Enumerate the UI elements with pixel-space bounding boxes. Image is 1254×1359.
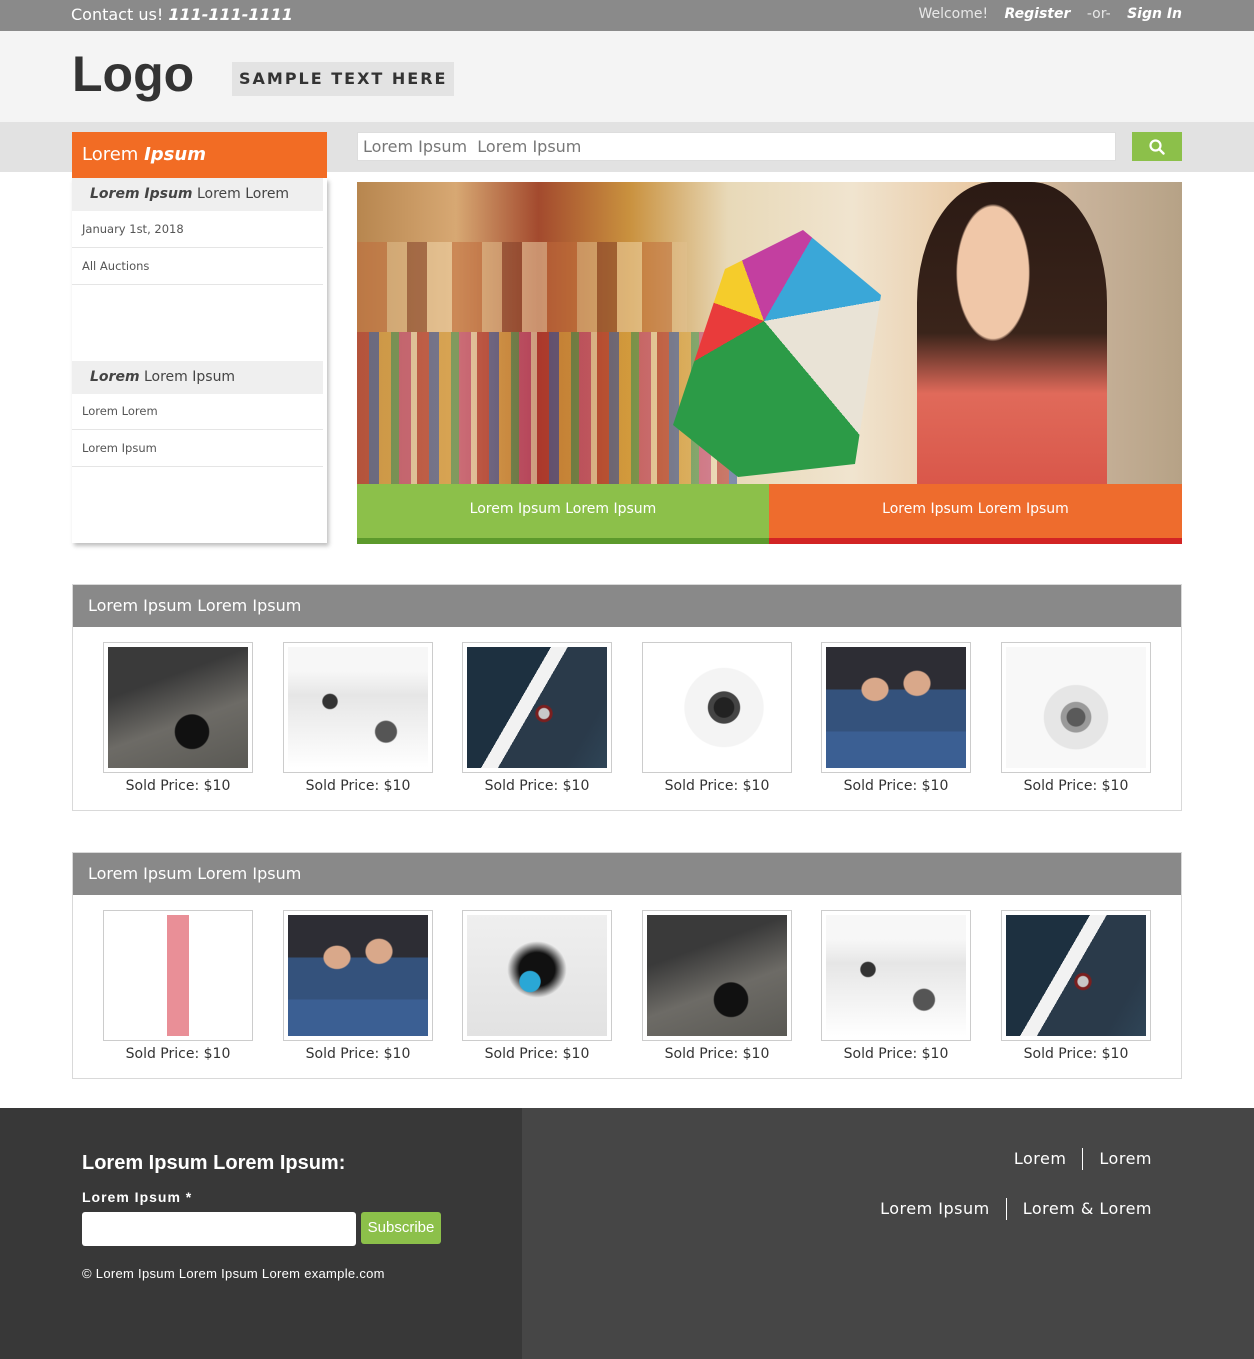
- sold-price: Sold Price: $10: [843, 1046, 949, 1062]
- section-heading-plain: Lorem Lorem: [196, 186, 290, 202]
- product-card[interactable]: Sold Price: $10: [462, 910, 612, 1062]
- product-card[interactable]: Sold Price: $10: [462, 642, 612, 794]
- product-card[interactable]: Sold Price: $10: [1001, 910, 1151, 1062]
- search-button[interactable]: [1132, 132, 1182, 161]
- product-card[interactable]: Sold Price: $10: [642, 910, 792, 1062]
- or-separator: -or-: [1086, 6, 1111, 22]
- product-thumbnail[interactable]: [462, 910, 612, 1041]
- product-image: [288, 915, 428, 1036]
- sold-price: Sold Price: $10: [305, 1046, 411, 1062]
- product-thumbnail[interactable]: [103, 642, 253, 773]
- product-image: [647, 915, 787, 1036]
- footer-link[interactable]: Lorem & Lorem: [1007, 1199, 1152, 1218]
- sidebar-title-plain: Lorem: [82, 144, 139, 165]
- footer-links: Lorem Lorem Lorem Ipsum Lorem & Lorem: [522, 1108, 1254, 1359]
- footer-newsletter: Lorem Ipsum Lorem Ipsum: Lorem Ipsum * S…: [0, 1108, 522, 1359]
- section-heading-emph: Lorem: [90, 369, 140, 385]
- sidebar-item-date[interactable]: January 1st, 2018: [72, 211, 323, 248]
- hero-banner-image: [357, 182, 1182, 484]
- product-image: [467, 915, 607, 1036]
- panel-title: Lorem Ipsum Lorem Ipsum: [73, 853, 1181, 895]
- sold-price: Sold Price: $10: [125, 1046, 231, 1062]
- top-bar: Contact us! 111-111-1111 Welcome! Regist…: [0, 0, 1254, 31]
- sold-price: Sold Price: $10: [1023, 1046, 1129, 1062]
- product-thumbnail[interactable]: [1001, 642, 1151, 773]
- contact-label: Contact us!: [71, 5, 164, 24]
- copyright: © Lorem Ipsum Lorem Ipsum Lorem example.…: [82, 1266, 385, 1281]
- sold-price: Sold Price: $10: [664, 778, 770, 794]
- product-panel: Lorem Ipsum Lorem Ipsum Sold Price: $10 …: [72, 852, 1182, 1079]
- register-link[interactable]: Register: [1005, 6, 1071, 22]
- contact-info: Contact us! 111-111-1111: [71, 5, 293, 24]
- sold-price: Sold Price: $10: [484, 778, 590, 794]
- sidebar-item-all-auctions[interactable]: All Auctions: [72, 248, 323, 285]
- footer-links-row: Lorem Ipsum Lorem & Lorem: [864, 1198, 1152, 1220]
- product-image: [1006, 647, 1146, 768]
- welcome-text: Welcome!: [918, 6, 989, 22]
- footer-link[interactable]: Lorem Ipsum: [864, 1199, 1006, 1218]
- product-image: [1006, 915, 1146, 1036]
- search-input[interactable]: [357, 132, 1116, 161]
- product-image: [647, 647, 787, 768]
- product-card[interactable]: Sold Price: $10: [642, 642, 792, 794]
- sold-price: Sold Price: $10: [843, 778, 949, 794]
- product-image: [826, 647, 966, 768]
- footer-link[interactable]: Lorem: [998, 1149, 1083, 1168]
- sold-price: Sold Price: $10: [664, 1046, 770, 1062]
- product-image: [467, 647, 607, 768]
- sidebar-section-heading: Lorem Ipsum Lorem Lorem: [72, 178, 323, 211]
- product-thumbnail[interactable]: [642, 910, 792, 1041]
- product-thumbnail[interactable]: [283, 910, 433, 1041]
- account-links: Welcome! Register -or- Sign In: [906, 6, 1182, 22]
- footer-link[interactable]: Lorem: [1083, 1149, 1152, 1168]
- product-thumbnail[interactable]: [821, 642, 971, 773]
- sidebar-section-heading: Lorem Lorem Ipsum: [72, 361, 323, 394]
- hero-cta-right-button[interactable]: Lorem Ipsum Lorem Ipsum: [769, 484, 1182, 544]
- sold-price: Sold Price: $10: [484, 1046, 590, 1062]
- product-thumbnail[interactable]: [283, 642, 433, 773]
- phone-number[interactable]: 111-111-1111: [168, 5, 293, 24]
- product-image: [826, 915, 966, 1036]
- sold-price: Sold Price: $10: [305, 778, 411, 794]
- site-header: Logo SAMPLE TEXT HERE: [0, 31, 1254, 122]
- product-panel: Lorem Ipsum Lorem Ipsum Sold Price: $10 …: [72, 584, 1182, 811]
- product-thumbnail[interactable]: [103, 910, 253, 1041]
- newsletter-email-field[interactable]: [82, 1212, 356, 1246]
- section-heading-emph: Lorem Ipsum: [90, 186, 193, 202]
- section-heading-plain: Lorem Ipsum: [143, 369, 236, 385]
- product-image: [108, 915, 248, 1036]
- product-thumbnail[interactable]: [1001, 910, 1151, 1041]
- footer-links-row: Lorem Lorem: [998, 1148, 1152, 1170]
- product-image: [108, 647, 248, 768]
- sidebar-title: Lorem Ipsum: [72, 132, 327, 178]
- product-image: [288, 647, 428, 768]
- sold-price: Sold Price: $10: [1023, 778, 1129, 794]
- sidebar-item[interactable]: Lorem Ipsum: [72, 430, 323, 467]
- product-card[interactable]: Sold Price: $10: [821, 910, 971, 1062]
- store-shelves: [357, 242, 687, 332]
- product-thumbnail[interactable]: [821, 910, 971, 1041]
- product-card[interactable]: Sold Price: $10: [283, 642, 433, 794]
- product-thumbnail[interactable]: [462, 642, 612, 773]
- tagline: SAMPLE TEXT HERE: [232, 62, 455, 96]
- product-card[interactable]: Sold Price: $10: [103, 642, 253, 794]
- product-card[interactable]: Sold Price: $10: [283, 910, 433, 1062]
- sidebar-title-emph: Ipsum: [144, 144, 206, 165]
- subscribe-button[interactable]: Subscribe: [361, 1212, 441, 1244]
- shopper-woman: [917, 182, 1107, 484]
- sidebar-item[interactable]: Lorem Lorem: [72, 393, 323, 430]
- sidebar: Lorem Ipsum Lorem Lorem January 1st, 201…: [72, 178, 327, 543]
- logo[interactable]: Logo: [72, 45, 194, 103]
- sign-in-link[interactable]: Sign In: [1127, 6, 1182, 22]
- product-card[interactable]: Sold Price: $10: [103, 910, 253, 1062]
- product-thumbnail[interactable]: [642, 642, 792, 773]
- product-card[interactable]: Sold Price: $10: [1001, 642, 1151, 794]
- newsletter-field-label: Lorem Ipsum *: [82, 1189, 193, 1205]
- sold-price: Sold Price: $10: [125, 778, 231, 794]
- product-card[interactable]: Sold Price: $10: [821, 642, 971, 794]
- search-icon: [1149, 138, 1165, 155]
- panel-title: Lorem Ipsum Lorem Ipsum: [73, 585, 1181, 627]
- hero-cta-left-button[interactable]: Lorem Ipsum Lorem Ipsum: [357, 484, 769, 544]
- newsletter-title: Lorem Ipsum Lorem Ipsum:: [82, 1152, 346, 1174]
